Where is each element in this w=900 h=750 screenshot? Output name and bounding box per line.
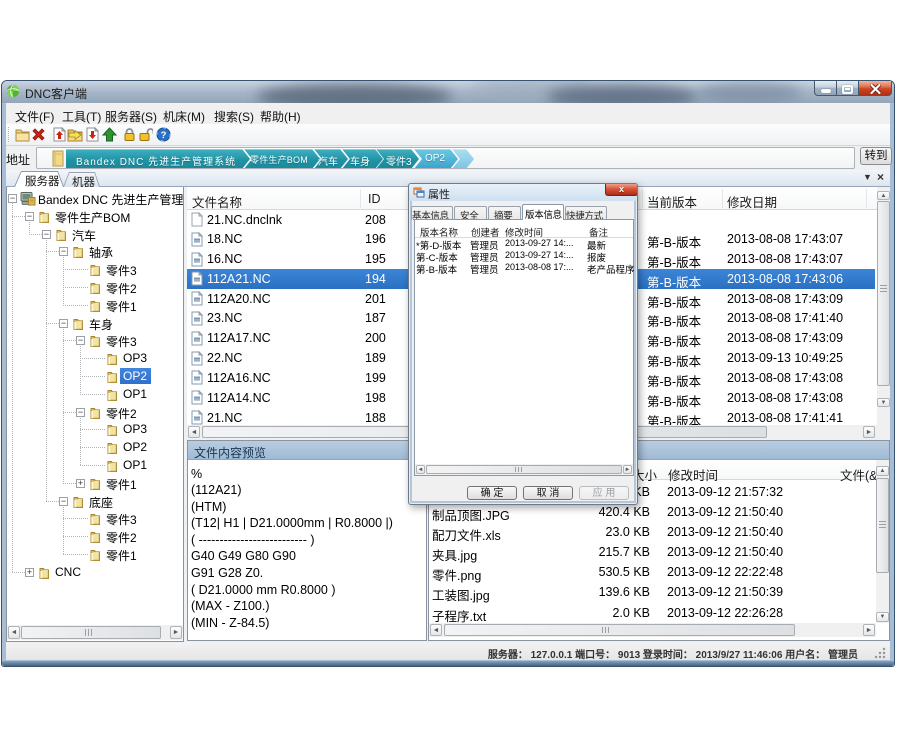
svg-text:?: ? bbox=[161, 130, 167, 141]
